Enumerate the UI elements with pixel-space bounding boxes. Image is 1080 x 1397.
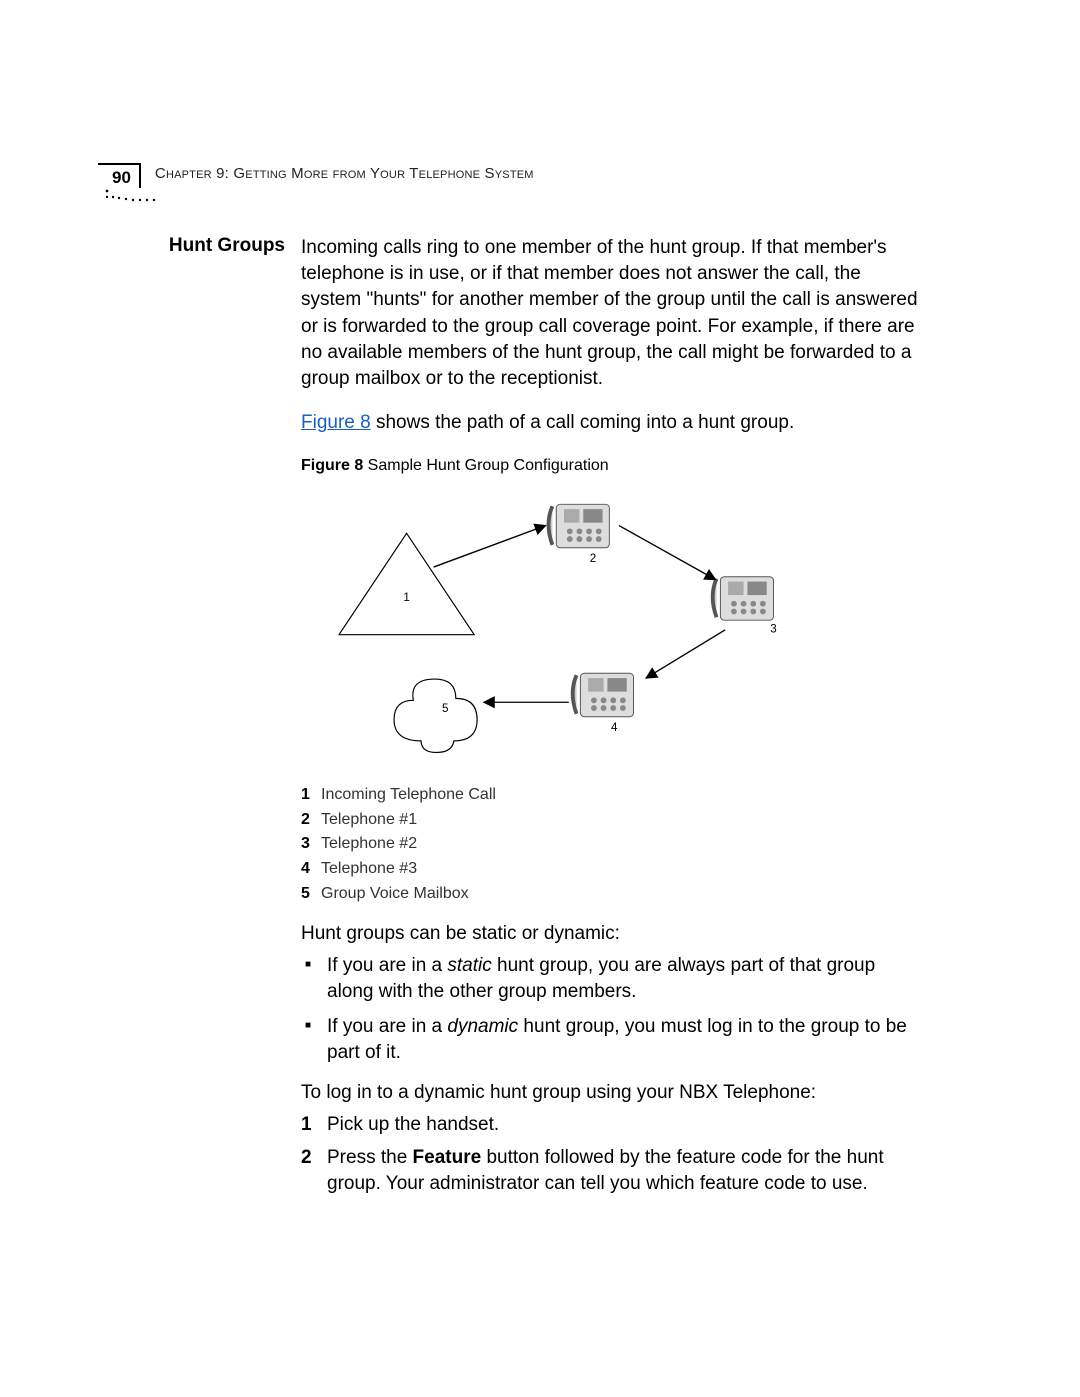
chapter-header: Chapter 9: Getting More from Your Teleph… [155,163,534,182]
legend-item: 5Group Voice Mailbox [301,882,921,907]
figure-ref-link[interactable]: Figure 8 [301,412,371,433]
main-content: Incoming calls ring to one member of the… [301,235,921,1205]
decorative-dots-icon [104,188,164,208]
step-list: 1Pick up the handset. 2Press the Feature… [301,1112,921,1197]
svg-text:2: 2 [590,553,596,565]
legend-item: 1Incoming Telephone Call [301,783,921,808]
figure-ref-rest: shows the path of a call coming into a h… [371,412,795,433]
legend-item: 4Telephone #3 [301,857,921,882]
svg-text:3: 3 [770,623,776,635]
svg-text:1: 1 [403,591,409,603]
legend-item: 3Telephone #2 [301,832,921,857]
figure-label-bold: Figure 8 [301,457,363,474]
hunt-group-diagram: 1 2 [301,485,826,765]
page-number: 90 [98,163,141,188]
svg-text:5: 5 [442,703,448,715]
legend-item: 2Telephone #1 [301,808,921,833]
bullet-item: If you are in a dynamic hunt group, you … [301,1014,921,1065]
figure-label-rest: Sample Hunt Group Configuration [363,457,608,474]
body-para-1: Incoming calls ring to one member of the… [301,235,921,392]
svg-text:4: 4 [611,722,618,734]
section-title: Hunt Groups [110,235,285,1205]
body-para-2: Hunt groups can be static or dynamic: [301,921,921,947]
figure-legend: 1Incoming Telephone Call 2Telephone #1 3… [301,783,921,907]
figure-ref-para: Figure 8 shows the path of a call coming… [301,410,921,436]
body-para-3: To log in to a dynamic hunt group using … [301,1080,921,1106]
step-item: 1Pick up the handset. [301,1112,921,1138]
bullet-item: If you are in a static hunt group, you a… [301,953,921,1004]
step-item: 2Press the Feature button followed by th… [301,1145,921,1196]
figure-caption: Figure 8 Sample Hunt Group Configuration [301,455,921,477]
page-header: 90 Chapter 9: Getting More from Your Tel… [98,163,918,188]
bullet-list: If you are in a static hunt group, you a… [301,953,921,1066]
